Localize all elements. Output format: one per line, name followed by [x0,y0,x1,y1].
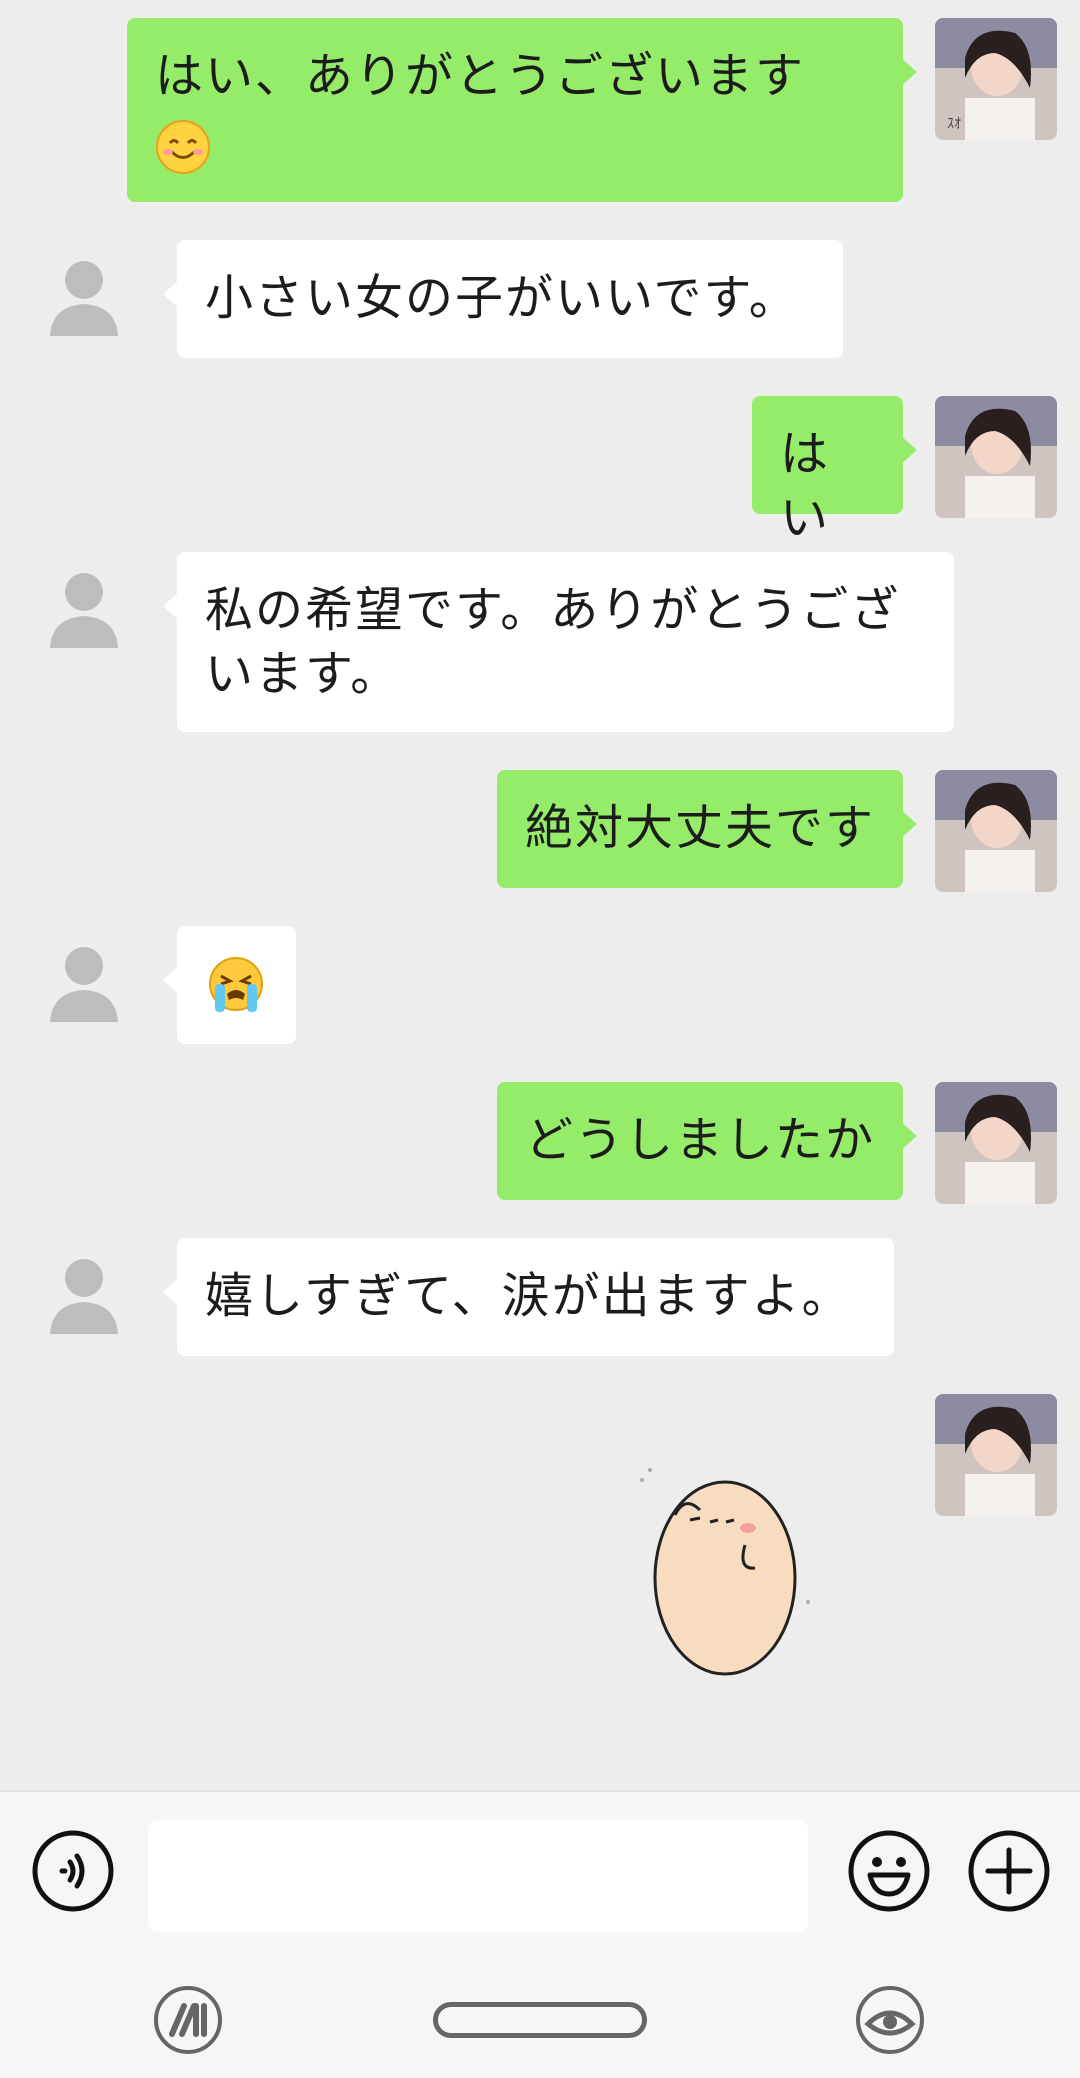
my-avatar[interactable] [935,770,1057,892]
emoji-icon[interactable] [848,1830,930,1912]
message-text: 小さい女の子がいいです。 [205,270,799,326]
smiling-face-icon [156,120,210,174]
message-text-continued: います。 [205,646,401,702]
loudly-crying-face-icon [209,957,263,1012]
system-nav-bar [0,1950,1080,2078]
my-avatar[interactable] [935,396,1057,518]
default-user-icon[interactable] [40,240,162,362]
assistant-icon[interactable] [152,1984,224,2056]
message-bubble-sent[interactable]: どうしましたか [497,1082,917,1200]
message-bubble-sent[interactable]: 絶対大丈夫です [497,770,917,888]
message-text: どうしましたか [525,1112,876,1168]
message-text: 嬉しすぎて、涙が出ますよ。 [205,1268,852,1324]
message-bubble-sent[interactable]: はい [752,396,917,546]
message-bubble-received[interactable] [163,926,296,1044]
my-avatar[interactable]: ｽｵ [935,18,1057,140]
message-text: はい [780,426,831,546]
my-avatar[interactable] [935,1394,1057,1516]
message-bubble-received[interactable]: 嬉しすぎて、涙が出ますよ。 [163,1238,894,1356]
message-text: はい、ありがとうございます [155,48,806,104]
message-text: 絶対大丈夫です [525,800,876,856]
input-bar [0,1790,1080,1950]
svg-text:ｽｵ: ｽｵ [947,116,961,132]
voice-icon[interactable] [32,1830,114,1912]
message-input[interactable] [148,1820,808,1932]
plus-icon[interactable] [968,1830,1050,1912]
my-avatar[interactable] [935,1082,1057,1204]
message-bubble-sent[interactable]: はい、ありがとうございます [127,18,917,202]
potato-character-sticker[interactable] [630,1440,830,1680]
home-indicator[interactable] [433,2002,647,2038]
default-user-icon[interactable] [40,1238,162,1360]
eye-icon[interactable] [854,1984,926,2056]
message-bubble-received[interactable]: 私の希望です。ありがとうござ います。 [163,552,954,732]
default-user-icon[interactable] [40,552,162,674]
default-user-icon[interactable] [40,926,162,1048]
message-bubble-received[interactable]: 小さい女の子がいいです。 [163,240,843,358]
message-text: 私の希望です。ありがとうござ [205,582,901,638]
chat-area[interactable]: ｽｵ はい、ありがとうございます 小さい女の子がいいです。 はい 私の希望です。… [0,0,1080,1790]
